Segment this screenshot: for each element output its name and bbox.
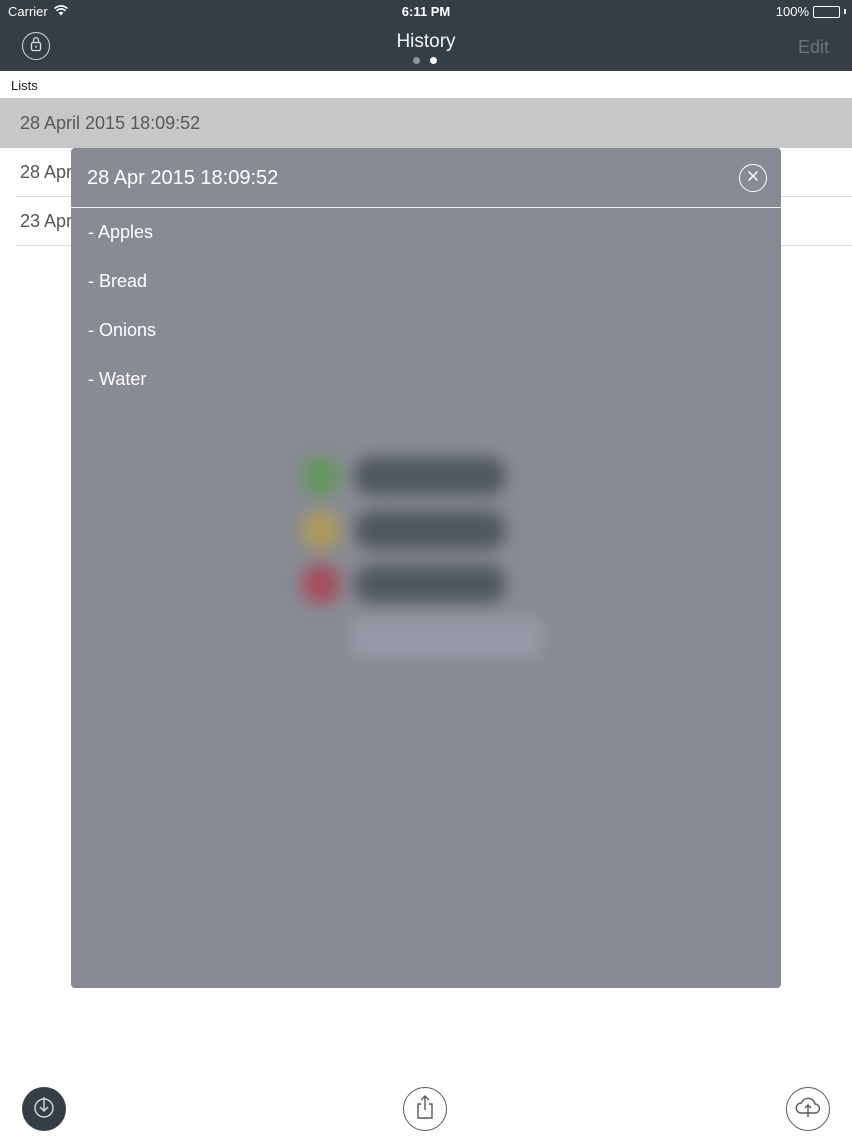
list-item: - Bread [88,271,148,291]
page-indicator[interactable] [413,57,437,64]
popup-title: 28 Apr 2015 18:09:52 [87,167,279,189]
share-button[interactable] [403,1087,447,1131]
status-bar: Carrier 6:11 PM 100% [0,0,852,24]
battery-group: 100% [776,4,846,19]
status-time: 6:11 PM [401,4,451,19]
section-header: Lists [0,71,852,99]
battery-percentage: 100% [775,4,809,19]
import-button[interactable] [22,1087,66,1131]
list-item: - Onions [88,320,157,340]
import-icon [32,1095,56,1124]
navigation-bar: Carrier 6:11 PM 100% History Edit [0,0,852,71]
close-button[interactable] [739,164,767,192]
page-dot-1[interactable] [413,57,420,64]
cloud-upload-icon [794,1096,822,1123]
share-icon [413,1094,437,1125]
popup-items: - Apples - Bread - Onions - Water [71,208,781,418]
history-row[interactable]: 28 April 2015 18:09:52 [0,99,852,148]
page-title: History [396,31,456,52]
popup-header: 28 Apr 2015 18:09:52 [71,148,781,208]
edit-button[interactable]: Edit [798,37,829,58]
close-icon [747,169,759,187]
list-item: - Apples [88,222,154,242]
list-detail-popup: 28 Apr 2015 18:09:52 - Apples - Bread - … [71,148,781,988]
blurred-app-logo [301,456,561,676]
cloud-upload-button[interactable] [786,1087,830,1131]
battery-icon [813,5,840,18]
list-item: - Water [88,369,147,389]
page-dot-2[interactable] [430,57,437,64]
